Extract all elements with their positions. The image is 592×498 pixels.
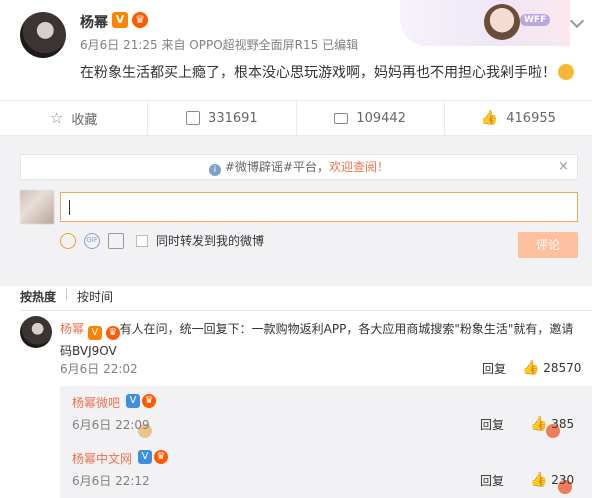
submit-comment-button[interactable]: 评论 <box>518 232 578 258</box>
vip-icon: ♛ <box>105 326 120 340</box>
post-meta: 6月6日 21:25 来自 OPPO超视野全面屏R15 已编辑 <box>80 38 359 52</box>
verified-blue-icon: V <box>126 394 140 408</box>
info-icon: i <box>208 164 221 176</box>
comment-icon <box>334 112 349 124</box>
favorite-button[interactable]: ☆ 收藏 <box>0 101 149 135</box>
chevron-down-icon[interactable] <box>569 13 585 29</box>
emoji-icon <box>558 64 574 80</box>
comment-text: 有人在问，统一回复下：一款购物返利APP，各大应用商城搜索"粉象生活"就有，邀请… <box>60 322 574 358</box>
weibo-post: WFF 杨幂 V ♛ 6月6日 21:25 来自 OPPO超视野全面屏R15 已… <box>0 0 592 100</box>
composer-tools: GIF 同时转发到我的微博 <box>60 232 264 249</box>
sync-repost-checkbox[interactable] <box>136 234 148 247</box>
star-icon: ☆ <box>49 109 64 127</box>
image-icon[interactable] <box>108 232 124 249</box>
emoji-picker-icon[interactable] <box>60 232 76 249</box>
verified-icon: V <box>87 326 102 340</box>
card-badge: WFF <box>520 14 551 26</box>
action-bar: ☆ 收藏 331691 109442 👍 416955 <box>0 100 592 136</box>
comment-input[interactable] <box>60 192 578 222</box>
author-name[interactable]: 杨幂 <box>80 12 108 32</box>
sync-repost-label[interactable]: 同时转发到我的微博 <box>156 232 264 249</box>
favorite-label: 收藏 <box>71 112 98 128</box>
comment-time: 6月6日 22:02 <box>60 362 138 376</box>
repost-button[interactable]: 331691 <box>148 101 297 135</box>
comment-button[interactable]: 109442 <box>297 101 445 135</box>
author-avatar[interactable] <box>20 12 66 58</box>
comment-like-count: 28570 <box>543 361 582 375</box>
comment-like-button[interactable]: 👍 28570 <box>522 360 581 376</box>
rumor-notice: i #微博辟谣#平台，欢迎查阅！ × <box>20 154 578 180</box>
gif-icon[interactable]: GIF <box>84 232 100 249</box>
comment-count: 109442 <box>356 110 406 126</box>
post-content: 在粉象生活都买上瘾了，根本没心思玩游戏啊，妈妈再也不用担心我剁手啦！ <box>80 62 574 82</box>
reply-like-button[interactable]: 👍 230 <box>530 472 574 488</box>
comment-composer: i #微博辟谣#平台，欢迎查阅！ × GIF 同时转发到我的微博 评论 <box>0 136 592 286</box>
notice-link[interactable]: 欢迎查阅！ <box>329 160 389 174</box>
reply-button[interactable]: 回复 <box>480 472 504 489</box>
reply-button[interactable]: 回复 <box>482 360 506 377</box>
commenter-name[interactable]: 杨幂 <box>60 322 84 336</box>
thumbs-up-icon: 👍 <box>530 472 548 488</box>
thumbs-up-icon: 👍 <box>522 360 540 376</box>
reply-user[interactable]: 杨幂中文网 <box>72 450 132 467</box>
commenter-avatar[interactable] <box>20 316 52 348</box>
notice-text: #微博辟谣#平台， <box>224 160 330 174</box>
thumbs-up-icon: 👍 <box>480 110 499 126</box>
vip-icon: ♛ <box>142 394 156 408</box>
reply-like-count: 230 <box>551 473 575 487</box>
section-divider <box>20 310 592 311</box>
reply-time: 6月6日 22:12 <box>72 474 150 488</box>
current-user-avatar <box>20 190 54 224</box>
card-portrait <box>484 4 520 40</box>
vip-icon: ♛ <box>132 12 148 28</box>
reply-user[interactable]: 杨幂微吧 <box>72 394 120 411</box>
reply-item: 杨幂中文网 V ♛ 6月6日 22:12 回复 👍 230 <box>60 442 592 498</box>
reply-badges: V ♛ <box>138 450 572 494</box>
sort-tabs: 按热度 按时间 <box>20 288 113 305</box>
reply-like-count: 385 <box>551 417 575 431</box>
reply-button[interactable]: 回复 <box>480 416 504 433</box>
repost-icon <box>186 111 201 125</box>
like-count: 416955 <box>506 110 556 126</box>
repost-count: 331691 <box>208 110 258 126</box>
verified-icon: V <box>112 12 128 28</box>
divider <box>66 288 68 300</box>
like-button[interactable]: 👍 416955 <box>445 101 592 135</box>
comment-body: 杨幂 V ♛ 有人在问，统一回复下：一款购物返利APP，各大应用商城搜索"粉象生活… <box>60 318 580 362</box>
text-caret <box>69 200 70 215</box>
close-icon[interactable]: × <box>558 155 569 179</box>
tab-time[interactable]: 按时间 <box>77 288 113 305</box>
post-text: 在粉象生活都买上瘾了，根本没心思玩游戏啊，妈妈再也不用担心我剁手啦！ <box>80 65 556 81</box>
vip-icon: ♛ <box>154 450 168 464</box>
verified-blue-icon: V <box>138 450 152 464</box>
reply-item: 杨幂微吧 V ♛ 6月6日 22:09 回复 👍 385 <box>60 386 592 442</box>
reply-time: 6月6日 22:09 <box>72 418 150 432</box>
tab-hot[interactable]: 按热度 <box>20 288 56 305</box>
thumbs-up-icon: 👍 <box>530 416 548 432</box>
reply-like-button[interactable]: 👍 385 <box>530 416 574 432</box>
reply-badges: V ♛ <box>126 394 560 438</box>
